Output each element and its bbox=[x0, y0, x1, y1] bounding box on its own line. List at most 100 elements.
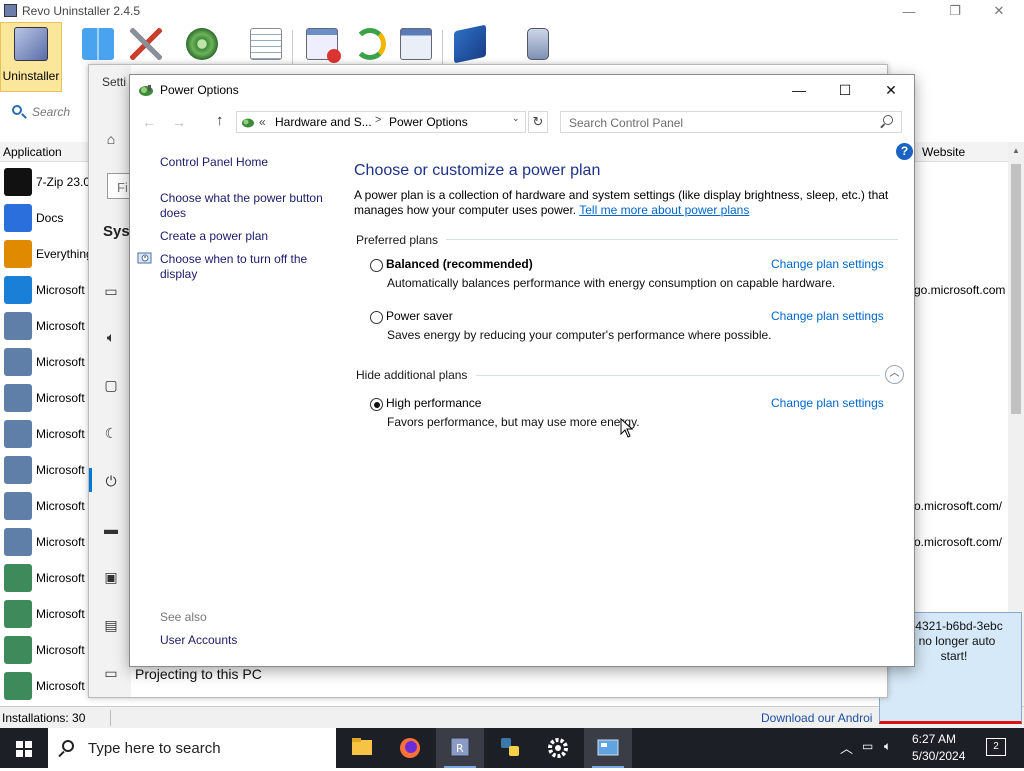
uninstaller-button[interactable]: Uninstaller bbox=[0, 22, 62, 92]
application-name: Microsoft bbox=[36, 535, 85, 549]
multitasking-icon[interactable]: ▤ bbox=[103, 617, 119, 633]
high-performance-change-settings-link[interactable]: Change plan settings bbox=[771, 396, 884, 410]
gear-icon bbox=[548, 738, 568, 758]
tell-me-more-link[interactable]: Tell me more about power plans bbox=[579, 203, 749, 217]
application-row[interactable]: Microsoft bbox=[0, 596, 90, 632]
breadcrumb-power-options[interactable]: Power Options bbox=[389, 115, 468, 129]
settings-find-box[interactable]: Fi bbox=[107, 173, 131, 199]
power-icon[interactable]: ⏻ bbox=[103, 473, 119, 489]
clock-date[interactable]: 5/30/2024 bbox=[912, 749, 965, 763]
tablet-icon[interactable]: ▣ bbox=[103, 569, 119, 585]
breadcrumb-hardware-and-sound[interactable]: Hardware and S... bbox=[275, 115, 372, 129]
balanced-plan-name[interactable]: Balanced (recommended) bbox=[386, 257, 533, 271]
notification-center-icon[interactable]: 2 bbox=[986, 738, 1006, 756]
windows-logo-icon bbox=[25, 741, 32, 748]
column-application-label: Application bbox=[3, 145, 62, 159]
projecting-nav-item[interactable]: Projecting to this PC bbox=[135, 666, 262, 682]
revo-status-bar: Installations: 30 Download our Androi bbox=[0, 706, 1024, 728]
revo-minimize-button[interactable]: — bbox=[886, 0, 932, 22]
application-name: Microsoft bbox=[36, 391, 85, 405]
column-header-application[interactable]: Application bbox=[0, 142, 90, 162]
power-button-link[interactable]: Choose what the power button does bbox=[160, 191, 330, 221]
application-row[interactable]: Microsoft bbox=[0, 632, 90, 668]
power-saver-plan-name[interactable]: Power saver bbox=[386, 309, 453, 323]
power-saver-radio[interactable] bbox=[370, 311, 383, 324]
application-row[interactable]: Microsoft bbox=[0, 668, 90, 704]
power-saver-change-settings-link[interactable]: Change plan settings bbox=[771, 309, 884, 323]
application-row[interactable]: Microsoft bbox=[0, 452, 90, 488]
storage-icon[interactable]: ▬ bbox=[103, 521, 119, 537]
forward-arrow-icon[interactable]: → bbox=[172, 114, 186, 130]
home-icon[interactable]: ⌂ bbox=[103, 131, 119, 147]
application-row[interactable]: Microsoft bbox=[0, 308, 90, 344]
notifications-icon[interactable]: ▢ bbox=[103, 377, 119, 393]
control-panel-home-link[interactable]: Control Panel Home bbox=[160, 155, 268, 170]
revo-app-icon bbox=[4, 4, 17, 17]
network-icon[interactable]: ▭ bbox=[862, 739, 873, 753]
minimize-button[interactable]: — bbox=[776, 75, 822, 105]
hide-additional-plans-header[interactable]: Hide additional plans bbox=[356, 368, 467, 382]
application-row[interactable]: Microsoft bbox=[0, 380, 90, 416]
revo-search-box[interactable]: Search bbox=[0, 96, 90, 126]
breadcrumb-overflow[interactable]: « bbox=[259, 115, 266, 129]
collapse-chevron-up-icon[interactable]: ︿ bbox=[885, 365, 904, 384]
sound-icon[interactable]: 🔈︎ bbox=[103, 329, 119, 345]
high-performance-plan-description: Favors performance, but may use more ene… bbox=[387, 415, 640, 429]
balanced-radio[interactable] bbox=[370, 259, 383, 272]
revo-restore-button[interactable]: ❐ bbox=[932, 0, 978, 22]
address-history-dropdown-icon[interactable]: ⌄ bbox=[512, 113, 520, 124]
volume-muted-icon[interactable]: 🔈︎ bbox=[884, 739, 891, 754]
application-row[interactable]: Microsoft bbox=[0, 524, 90, 560]
create-power-plan-link[interactable]: Create a power plan bbox=[160, 229, 268, 244]
column-header-website[interactable]: Website bbox=[914, 142, 1008, 162]
android-download-link[interactable]: Download our Androi bbox=[761, 711, 872, 725]
maximize-button[interactable]: ☐ bbox=[822, 75, 868, 105]
scrollbar-thumb[interactable] bbox=[1011, 164, 1021, 414]
balanced-change-settings-link[interactable]: Change plan settings bbox=[771, 257, 884, 271]
application-row[interactable]: Microsoft bbox=[0, 416, 90, 452]
control-panel-taskbar-button[interactable] bbox=[584, 728, 632, 768]
user-accounts-link[interactable]: User Accounts bbox=[160, 633, 237, 647]
installations-count: Installations: 30 bbox=[2, 711, 86, 725]
scroll-up-icon[interactable]: ▲ bbox=[1012, 146, 1020, 155]
revo-close-button[interactable]: ✕ bbox=[976, 0, 1022, 22]
up-arrow-icon[interactable]: ↑ bbox=[216, 112, 224, 129]
search-placeholder: Search Control Panel bbox=[569, 116, 684, 130]
application-row[interactable]: Microsoft bbox=[0, 488, 90, 524]
high-performance-plan-name[interactable]: High performance bbox=[386, 396, 481, 410]
clock-time[interactable]: 6:27 AM bbox=[912, 732, 956, 746]
application-row[interactable]: 7-Zip 23.0 bbox=[0, 164, 90, 200]
power-options-title: Power Options bbox=[160, 83, 239, 97]
help-icon[interactable]: ? bbox=[896, 143, 913, 160]
close-button[interactable]: ✕ bbox=[868, 75, 914, 105]
high-performance-radio[interactable] bbox=[370, 398, 383, 411]
application-row[interactable]: Microsoft bbox=[0, 560, 90, 596]
application-row[interactable]: Docs bbox=[0, 200, 90, 236]
back-arrow-icon[interactable]: ← bbox=[142, 114, 156, 130]
python-taskbar-button[interactable] bbox=[486, 728, 534, 768]
refresh-icon[interactable]: ↻ bbox=[528, 111, 548, 133]
application-row[interactable]: Everything bbox=[0, 236, 93, 272]
breadcrumb-separator[interactable]: > bbox=[375, 114, 381, 126]
address-bar[interactable]: « Hardware and S... > Power Options bbox=[236, 111, 526, 133]
revo-taskbar-button[interactable]: R bbox=[436, 728, 484, 768]
show-hidden-icons-chevron-icon[interactable]: ︿ bbox=[840, 738, 853, 757]
settings-taskbar-button[interactable] bbox=[534, 728, 582, 768]
application-icon bbox=[4, 276, 32, 304]
firefox-taskbar-button[interactable] bbox=[386, 728, 434, 768]
application-row[interactable]: Microsoft bbox=[0, 344, 90, 380]
turn-off-display-link[interactable]: Choose when to turn off the display bbox=[160, 252, 330, 282]
taskbar-search-box[interactable]: Type here to search bbox=[48, 728, 336, 768]
display-icon[interactable]: ▭ bbox=[103, 283, 119, 299]
application-name: 7-Zip 23.0 bbox=[36, 175, 91, 189]
control-panel-icon bbox=[242, 118, 254, 128]
website-cell: go.microsoft.com bbox=[914, 283, 1006, 297]
application-row[interactable]: Microsoft bbox=[0, 272, 90, 308]
view-icon bbox=[400, 28, 432, 60]
focus-assist-moon-icon[interactable]: ☾ bbox=[103, 425, 119, 441]
search-control-panel-input[interactable]: Search Control Panel bbox=[560, 111, 902, 133]
start-button[interactable] bbox=[0, 728, 48, 768]
application-name: Microsoft bbox=[36, 283, 85, 297]
projecting-icon[interactable]: ▭ bbox=[103, 665, 119, 681]
file-explorer-taskbar-button[interactable] bbox=[338, 728, 386, 768]
